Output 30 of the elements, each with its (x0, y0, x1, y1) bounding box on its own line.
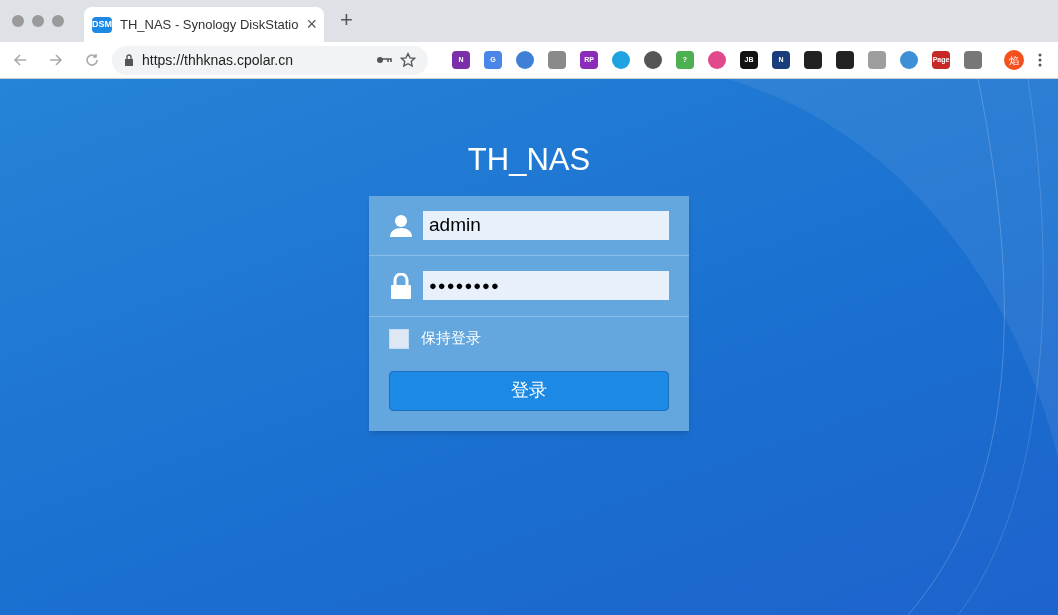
browser-tab[interactable]: DSM TH_NAS - Synology DiskStatio × (84, 7, 324, 42)
lock-icon (124, 54, 134, 66)
tab-title: TH_NAS - Synology DiskStatio (120, 15, 299, 34)
username-field[interactable]: admin (423, 210, 669, 240)
server-name: TH_NAS (467, 141, 591, 179)
forward-icon[interactable] (48, 52, 64, 68)
extension-icon[interactable] (644, 51, 662, 69)
menu-icon[interactable] (1038, 53, 1042, 67)
key-icon[interactable] (376, 55, 392, 65)
extension-icon[interactable] (708, 51, 726, 69)
url-text: https://thhknas.cpolar.cn (142, 50, 293, 70)
extension-icon[interactable] (836, 51, 854, 69)
star-icon[interactable] (400, 52, 416, 68)
reload-icon[interactable] (84, 52, 100, 68)
minimize-window-icon[interactable] (32, 15, 44, 27)
lock-icon (389, 272, 413, 299)
extension-icon[interactable] (516, 51, 534, 69)
login-button[interactable]: 登录 (389, 370, 669, 411)
address-bar[interactable]: https://thhknas.cpolar.cn (112, 45, 428, 75)
extension-icon[interactable] (804, 51, 822, 69)
favicon-icon: DSM (92, 16, 112, 33)
password-field[interactable]: ●●●●●●●● (423, 271, 669, 300)
remember-label: 保持登录 (421, 328, 481, 349)
new-tab-button[interactable]: + (340, 3, 353, 36)
remember-checkbox[interactable] (389, 328, 409, 349)
maximize-window-icon[interactable] (52, 15, 64, 27)
user-icon (389, 213, 413, 237)
back-icon[interactable] (12, 52, 28, 68)
close-window-icon[interactable] (12, 15, 24, 27)
tab-close-button[interactable]: × (306, 11, 317, 38)
